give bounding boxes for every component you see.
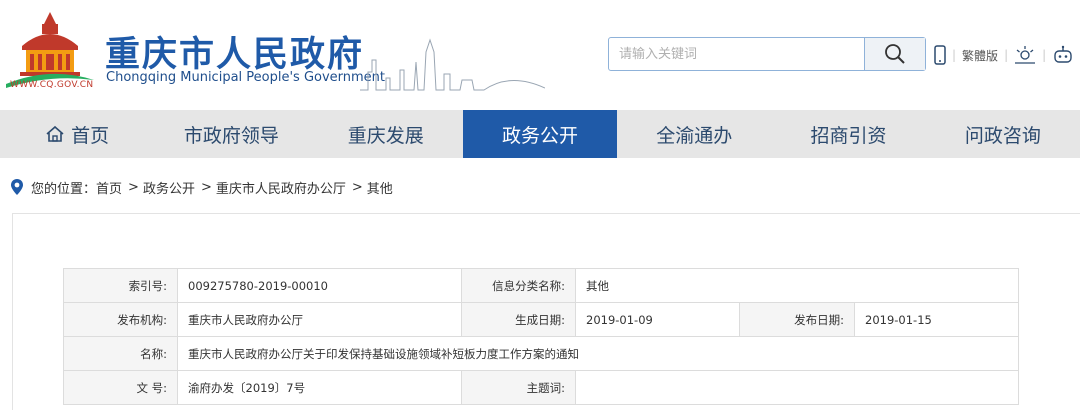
header-tools: | 繁體版 | | <box>934 44 1074 66</box>
category-value: 其他 <box>574 268 1020 303</box>
nav-item-label: 重庆发展 <box>347 124 424 147</box>
breadcrumb-separator: > <box>200 179 212 195</box>
doc-name-label: 名称: <box>63 336 178 371</box>
nav-item-label: 招商引资 <box>810 124 887 147</box>
nav-item-label: 首页 <box>71 124 110 147</box>
nav-item-investment[interactable]: 招商引资 <box>771 110 925 158</box>
breadcrumb-prefix: 您的位置： <box>31 181 97 197</box>
publisher-label: 发布机构: <box>63 302 178 337</box>
main-nav: 首页 市政府领导 重庆发展 政务公开 全渝通办 招商引资 问政咨询 <box>0 110 1080 158</box>
nav-item-government-affairs[interactable]: 政务公开 <box>462 110 618 158</box>
home-icon <box>46 125 64 142</box>
site-subtitle: Chongqing Municipal People's Government <box>106 70 386 85</box>
created-date-label: 生成日期: <box>461 302 576 337</box>
category-label: 信息分类名称: <box>461 268 576 303</box>
keywords-label: 主题词: <box>461 370 576 405</box>
nav-item-label: 全渝通办 <box>656 124 733 147</box>
keywords-value <box>574 370 1020 405</box>
breadcrumb-separator: > <box>351 179 363 195</box>
doc-name-value: 重庆市人民政府办公厅关于印发保持基础设施领域补短板力度工作方案的通知 <box>176 336 1020 371</box>
mobile-icon[interactable] <box>934 45 946 65</box>
location-pin-icon <box>11 179 23 195</box>
created-date-value: 2019-01-09 <box>575 302 740 337</box>
tools-divider: | <box>952 48 957 62</box>
search-box <box>608 37 926 71</box>
publisher-value: 重庆市人民政府办公厅 <box>177 302 462 337</box>
robot-icon[interactable] <box>1052 45 1074 65</box>
nav-item-label: 政务公开 <box>501 124 578 147</box>
breadcrumb-general-office[interactable]: 重庆市人民政府办公厅 <box>216 178 346 197</box>
published-date-value: 2019-01-15 <box>853 302 1020 337</box>
table-row: 名称: 重庆市人民政府办公厅关于印发保持基础设施领域补短板力度工作方案的通知 <box>63 336 1020 371</box>
index-no-value: 009275780-2019-00010 <box>177 268 462 303</box>
document-info-table: 索引号: 009275780-2019-00010 信息分类名称: 其他 发布机… <box>63 268 1020 405</box>
nav-item-home[interactable]: 首页 <box>0 110 154 158</box>
tools-divider: | <box>1004 48 1009 62</box>
site-url: WWW.CQ.GOV.CN <box>10 80 94 90</box>
tools-divider: | <box>1042 48 1047 62</box>
search-input[interactable] <box>609 38 865 70</box>
doc-number-value: 渝府办发〔2019〕7号 <box>177 370 462 405</box>
nav-item-label: 市政府领导 <box>183 124 279 147</box>
site-header: WWW.CQ.GOV.CN 重庆市人民政府 Chongqing Municipa… <box>0 0 1080 108</box>
table-row: 索引号: 009275780-2019-00010 信息分类名称: 其他 <box>63 268 1020 303</box>
nav-item-leaders[interactable]: 市政府领导 <box>154 110 308 158</box>
nav-item-consultation[interactable]: 问政咨询 <box>926 110 1080 158</box>
search-icon <box>885 44 905 64</box>
nav-item-development[interactable]: 重庆发展 <box>309 110 463 158</box>
breadcrumb: 您的位置： 首页 > 政务公开 > 重庆市人民政府办公厅 > 其他 <box>10 177 397 197</box>
search-button[interactable] <box>864 38 925 70</box>
table-row: 文 号: 渝府办发〔2019〕7号 主题词: <box>63 370 1020 405</box>
breadcrumb-home[interactable]: 首页 <box>96 178 122 197</box>
nav-item-services[interactable]: 全渝通办 <box>617 110 771 158</box>
nav-item-label: 问政咨询 <box>964 124 1041 147</box>
traditional-chinese-link[interactable]: 繁體版 <box>962 47 998 64</box>
doc-number-label: 文 号: <box>63 370 178 405</box>
table-row: 发布机构: 重庆市人民政府办公厅 生成日期: 2019-01-09 发布日期: … <box>63 302 1020 337</box>
elder-mode-icon[interactable] <box>1014 45 1036 65</box>
index-no-label: 索引号: <box>63 268 178 303</box>
breadcrumb-separator: > <box>128 179 139 195</box>
breadcrumb-government-affairs[interactable]: 政务公开 <box>143 178 195 197</box>
breadcrumb-other[interactable]: 其他 <box>367 178 393 197</box>
city-skyline-icon <box>360 38 545 91</box>
published-date-label: 发布日期: <box>739 302 855 337</box>
